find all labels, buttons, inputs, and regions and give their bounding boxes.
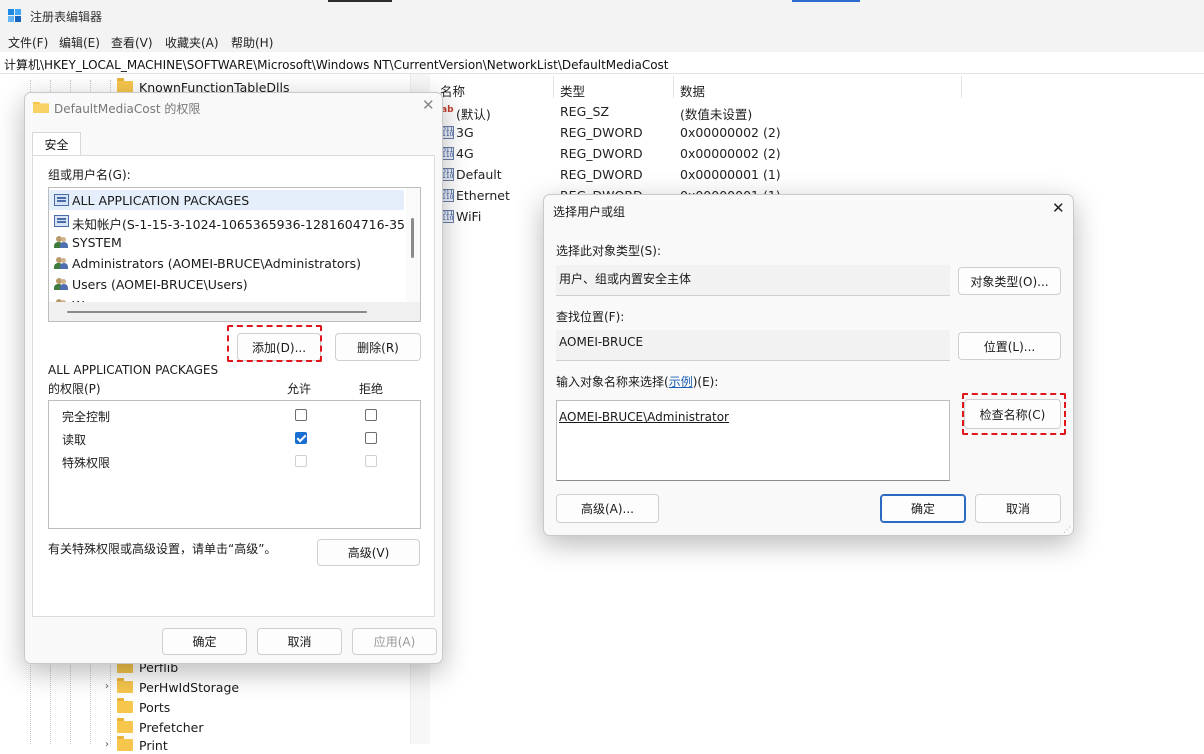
value-name[interactable]: Default	[456, 167, 502, 182]
users-icon	[54, 278, 68, 290]
package-icon	[54, 215, 69, 227]
highlight-add-button	[227, 325, 322, 362]
permission-name: 完全控制	[62, 410, 111, 424]
close-icon[interactable]: ✕	[422, 96, 435, 114]
user-entry[interactable]: Administrators (AOMEI-BRUCE\Administrato…	[72, 256, 361, 271]
menu-help[interactable]: 帮助(H)	[231, 34, 273, 51]
advanced-hint: 有关特殊权限或高级设置，请单击“高级”。	[48, 542, 277, 556]
column-header-type[interactable]: 类型	[560, 81, 585, 100]
users-icon	[54, 236, 68, 248]
tree-item[interactable]: Prefetcher	[117, 718, 204, 736]
tab-security[interactable]: 安全	[32, 132, 81, 156]
ok-button[interactable]: 确定	[162, 628, 247, 655]
cancel-button[interactable]: 取消	[975, 494, 1061, 523]
resize-grip-icon[interactable]: ⋰	[1063, 525, 1071, 534]
user-entry[interactable]: ALL APPLICATION PACKAGES	[72, 193, 249, 208]
value-type: REG_SZ	[560, 104, 610, 119]
tree-item[interactable]: Print	[117, 736, 168, 754]
deny-checkbox-special	[365, 455, 377, 467]
address-path[interactable]: 计算机\HKEY_LOCAL_MACHINE\SOFTWARE\Microsof…	[4, 56, 669, 73]
deny-checkbox-read[interactable]	[365, 432, 377, 444]
chevron-right-icon[interactable]: ›	[105, 681, 109, 692]
locations-button[interactable]: 位置(L)...	[958, 332, 1061, 360]
allow-checkbox-full-control[interactable]	[295, 409, 307, 421]
title-bar	[0, 0, 1204, 32]
permissions-list: 完全控制 读取 特殊权限	[48, 400, 421, 529]
cancel-button[interactable]: 取消	[257, 628, 342, 655]
window-title: 注册表编辑器	[30, 10, 103, 24]
value-type: REG_DWORD	[560, 146, 643, 161]
advanced-button[interactable]: 高级(A)...	[556, 494, 659, 523]
object-types-button[interactable]: 对象类型(O)...	[958, 267, 1061, 295]
permission-name: 读取	[62, 433, 87, 447]
highlight-check-names	[962, 393, 1066, 435]
object-type-label: 选择此对象类型(S):	[556, 244, 662, 258]
ok-button[interactable]: 确定	[880, 494, 966, 523]
select-users-dialog: 选择用户或组 ✕ 选择此对象类型(S): 用户、组或内置安全主体 对象类型(O)…	[543, 194, 1074, 536]
menu-edit[interactable]: 编辑(E)	[59, 34, 100, 51]
folder-icon	[33, 102, 49, 113]
location-field: AOMEI-BRUCE	[556, 330, 950, 361]
allow-checkbox-read[interactable]	[295, 432, 307, 444]
dialog-title: DefaultMediaCost 的权限	[54, 102, 201, 116]
value-name[interactable]: 3G	[456, 125, 474, 140]
value-name[interactable]: WiFi	[456, 209, 481, 224]
users-list[interactable]: ALL APPLICATION PACKAGES 未知帐户(S-1-15-3-1…	[48, 187, 421, 322]
group-users-label: 组或用户名(G):	[48, 168, 131, 182]
users-icon	[54, 257, 68, 269]
permission-name: 特殊权限	[62, 456, 111, 470]
value-type: REG_DWORD	[560, 125, 643, 140]
chevron-right-icon[interactable]: ›	[105, 739, 109, 750]
value-name[interactable]: 4G	[456, 146, 474, 161]
perm-for-label-2: 的权限(P)	[48, 382, 101, 396]
entered-object-name[interactable]: AOMEI-BRUCE\Administrator	[559, 410, 729, 424]
horizontal-scrollbar[interactable]	[49, 302, 420, 321]
value-data: 0x00000002 (2)	[680, 125, 781, 140]
folder-icon	[117, 718, 133, 733]
column-header-data[interactable]: 数据	[680, 81, 705, 100]
deny-checkbox-full-control[interactable]	[365, 409, 377, 421]
perm-for-label: ALL APPLICATION PACKAGES	[48, 363, 219, 377]
folder-icon	[117, 678, 133, 693]
close-icon[interactable]: ✕	[1052, 199, 1065, 217]
value-data: 0x00000001 (1)	[680, 167, 781, 182]
allow-column-label: 允许	[287, 382, 312, 396]
folder-icon	[117, 736, 133, 751]
menu-view[interactable]: 查看(V)	[111, 34, 153, 51]
value-data: (数值未设置)	[680, 107, 753, 122]
advanced-button[interactable]: 高级(V)	[317, 539, 420, 566]
folder-icon	[117, 698, 133, 713]
allow-checkbox-special	[295, 455, 307, 467]
menu-favorites[interactable]: 收藏夹(A)	[165, 34, 219, 51]
apply-button: 应用(A)	[352, 628, 437, 655]
object-type-field: 用户、组或内置安全主体	[556, 265, 950, 296]
user-entry[interactable]: 未知帐户(S-1-15-3-1024-1065365936-1281604716…	[72, 214, 420, 233]
regedit-app-icon	[8, 9, 21, 22]
examples-link[interactable]: 示例	[669, 375, 693, 389]
column-header-name[interactable]: 名称	[440, 81, 465, 100]
remove-button[interactable]: 删除(R)	[335, 333, 421, 361]
user-entry[interactable]: SYSTEM	[72, 235, 122, 250]
tree-item[interactable]: Ports	[117, 698, 170, 716]
value-type: REG_DWORD	[560, 167, 643, 182]
value-data: 0x00000002 (2)	[680, 146, 781, 161]
tree-item[interactable]: PerHwIdStorage	[117, 678, 239, 696]
value-name[interactable]: (默认)	[456, 104, 491, 123]
object-names-input[interactable]: AOMEI-BRUCE\Administrator	[556, 400, 950, 481]
value-name[interactable]: Ethernet	[456, 188, 510, 203]
permissions-dialog: DefaultMediaCost 的权限 ✕ 安全 组或用户名(G): ALL …	[24, 92, 443, 664]
menu-file[interactable]: 文件(F)	[8, 34, 48, 51]
package-icon	[54, 194, 69, 206]
vertical-scrollbar[interactable]	[406, 188, 420, 302]
deny-column-label: 拒绝	[359, 382, 384, 396]
enter-names-label: 输入对象名称来选择(示例)(E):	[556, 375, 719, 389]
dialog-title: 选择用户或组	[553, 205, 626, 219]
user-entry[interactable]: Users (AOMEI-BRUCE\Users)	[72, 277, 248, 292]
location-label: 查找位置(F):	[556, 310, 625, 324]
